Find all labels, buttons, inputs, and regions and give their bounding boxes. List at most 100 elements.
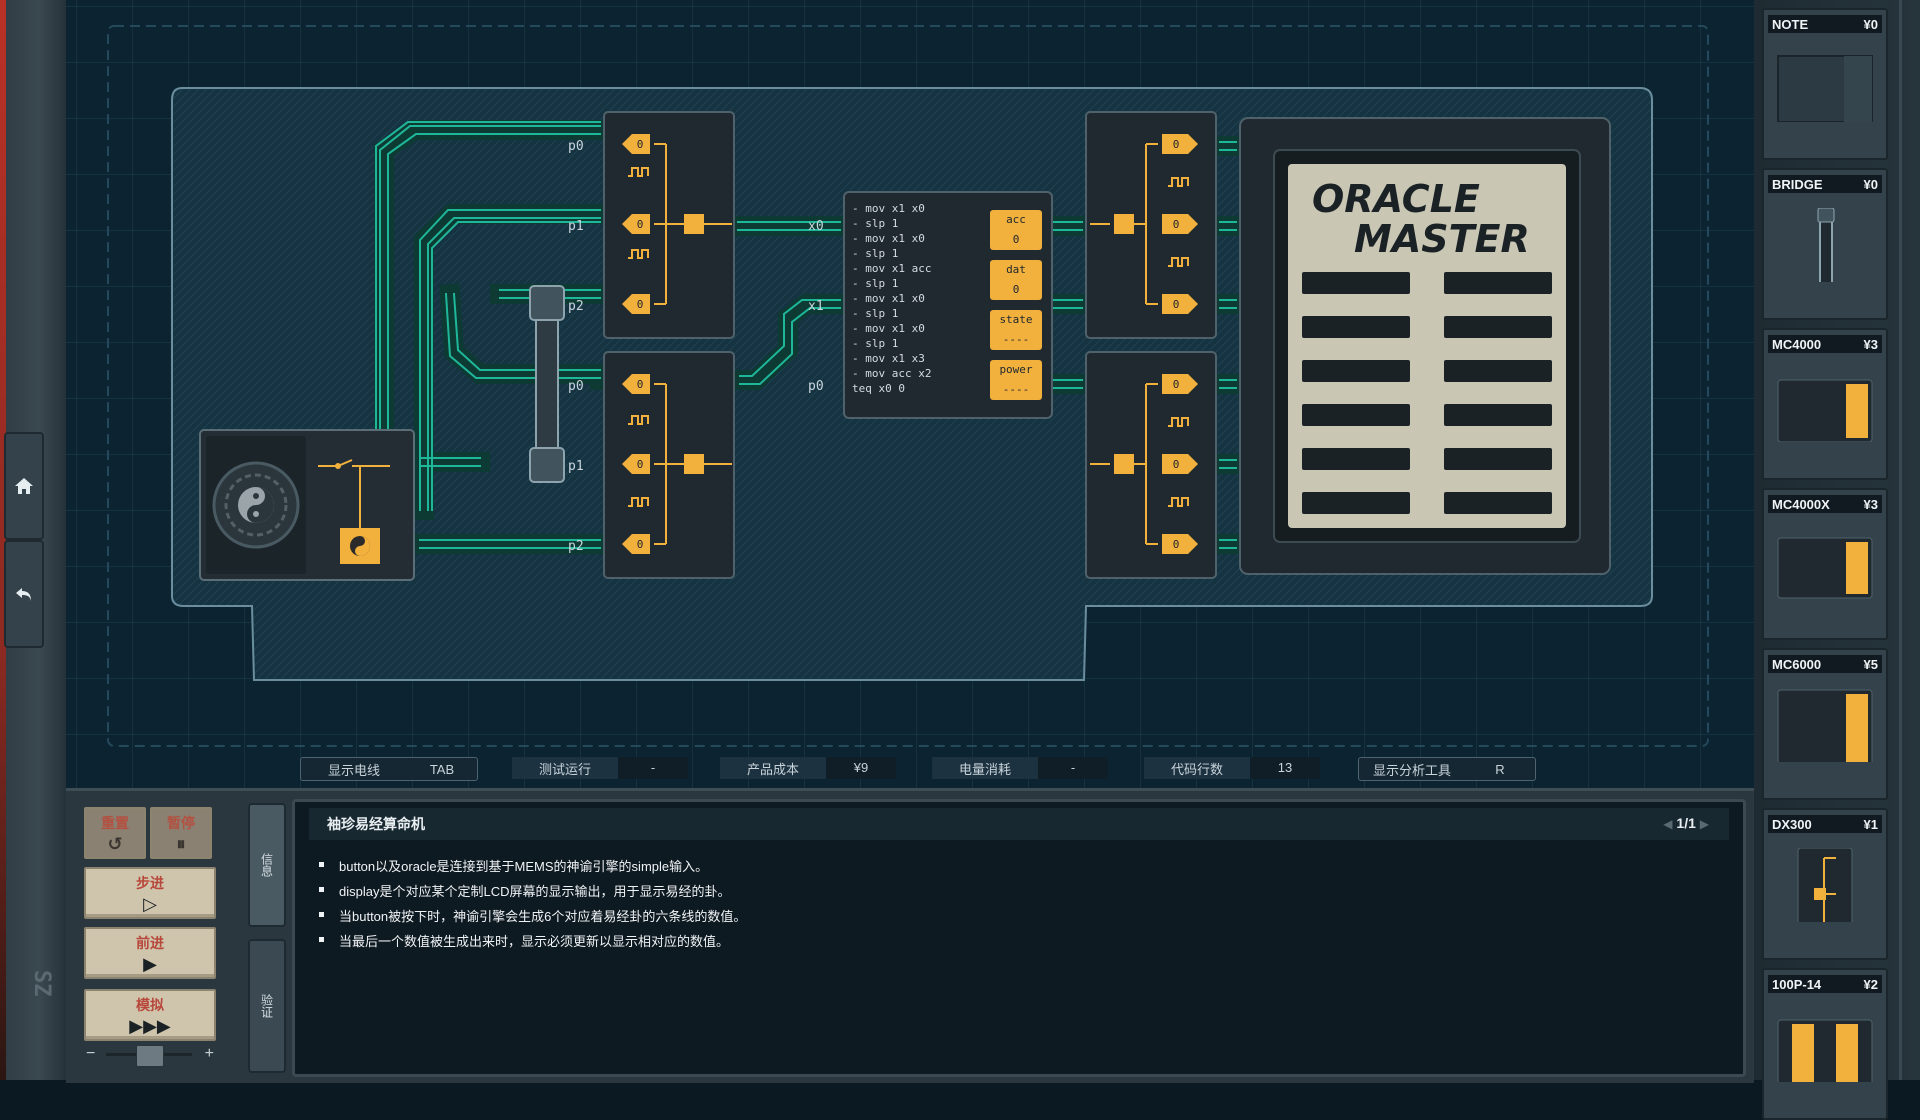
pause-button[interactable]: 暂停 ⏸ (150, 807, 212, 859)
info-header: 袖珍易经算命机 ◀ 1/1 ▶ (309, 808, 1729, 840)
dx-value: 0 (637, 538, 644, 551)
palette-name: MC4000X (1772, 496, 1830, 512)
stat-value: - (1038, 757, 1108, 779)
code-line[interactable]: - mov x1 x0 (852, 202, 925, 215)
circuit-board-area[interactable]: p0 p1 p2 p0 p1 p2 x0 x1 p0 0 0 0 0 0 0 -… (66, 0, 1754, 788)
palette-item-mc6000[interactable]: MC6000 ¥5 (1762, 648, 1888, 800)
list-item: 当最后一个数值被生成出来时，显示必须更新以显示相对应的数值。 (319, 931, 746, 950)
simulate-button[interactable]: 模拟 ▶▶▶ (84, 989, 216, 1041)
dx-value: 0 (637, 298, 644, 311)
page-number: 1/1 (1676, 815, 1696, 831)
palette-price: ¥2 (1863, 976, 1878, 992)
palette-price: ¥0 (1863, 176, 1878, 192)
register-label: state (999, 313, 1032, 326)
palette-price: ¥3 (1863, 496, 1878, 512)
code-line[interactable]: - mov x1 x3 (852, 352, 925, 365)
puzzle-title: 袖珍易经算命机 (327, 816, 425, 832)
dx-value: 0 (1173, 378, 1180, 391)
code-line[interactable]: - slp 1 (852, 217, 898, 230)
advance-label: 前进 (136, 935, 164, 951)
code-line[interactable]: - mov x1 x0 (852, 232, 925, 245)
code-line[interactable]: - mov acc x2 (852, 367, 931, 380)
code-line[interactable]: - slp 1 (852, 247, 898, 260)
stat-label: 显示电线 (327, 762, 380, 778)
dx300-chip-top-left[interactable]: 0 0 0 (603, 111, 735, 339)
info-panel: 袖珍易经算命机 ◀ 1/1 ▶ button以及oracle是连接到基于MEMS… (292, 799, 1746, 1077)
code-line[interactable]: - slp 1 (852, 277, 898, 290)
stat-test-runs: 测试运行 - (512, 757, 688, 779)
code-line[interactable]: - mov x1 x0 (852, 322, 925, 335)
step-icon: ▷ (143, 894, 157, 914)
prev-page-icon[interactable]: ◀ (1663, 817, 1672, 831)
mc6000-chip[interactable]: - mov x1 x0 - slp 1 - mov x1 x0 - slp 1 … (843, 191, 1053, 419)
palette-item-dx300[interactable]: DX300 ¥1 (1762, 808, 1888, 960)
palette-item-note[interactable]: NOTE ¥0 (1762, 8, 1888, 160)
reset-label: 重置 (101, 815, 129, 831)
palette-name: BRIDGE (1772, 176, 1823, 192)
advance-button[interactable]: 前进 ▶ (84, 927, 216, 979)
mc6000-preview-icon (1777, 689, 1873, 762)
spec-list: button以及oracle是连接到基于MEMS的神谕引擎的simple输入。 … (319, 856, 746, 956)
palette-item-mc4000x[interactable]: MC4000X ¥3 (1762, 488, 1888, 640)
stat-label: 电量消耗 (958, 761, 1011, 777)
dx300-chip-top-right[interactable]: 0 0 0 (1085, 111, 1217, 339)
dx-value: 0 (637, 378, 644, 391)
stat-power-usage: 电量消耗 - (932, 757, 1108, 779)
stat-lines-of-code: 代码行数 13 (1144, 757, 1320, 779)
code-line[interactable]: - slp 1 (852, 337, 898, 350)
mc4000-preview-icon (1777, 379, 1873, 442)
advance-icon: ▶ (143, 954, 157, 974)
dx-value: 0 (1173, 218, 1180, 231)
game-logo: SZ (29, 970, 54, 997)
home-button[interactable] (4, 432, 44, 540)
tab-info[interactable]: 信息 (248, 803, 286, 927)
reset-button[interactable]: 重置 ↺ (84, 807, 146, 859)
register-value: ---- (1003, 383, 1030, 396)
palette-name: MC4000 (1772, 336, 1822, 352)
tab-info-label: 信息 (259, 853, 274, 877)
palette-item-100p14[interactable]: 100P-14 ¥2 (1762, 968, 1888, 1120)
stat-value: 13 (1250, 757, 1320, 779)
speed-minus-button[interactable]: − (86, 1045, 95, 1063)
step-button[interactable]: 步进 ▷ (84, 867, 216, 919)
yin-yang-icon (212, 461, 300, 549)
register-value: ---- (1003, 333, 1030, 346)
dx-value: 0 (1173, 458, 1180, 471)
port-label: p1 (568, 459, 584, 474)
palette-item-bridge[interactable]: BRIDGE ¥0 (1762, 168, 1888, 320)
mc4000x-preview-icon (1777, 537, 1873, 599)
bridge-component[interactable] (529, 285, 565, 483)
dx-value: 0 (1173, 298, 1180, 311)
code-line[interactable]: - slp 1 (852, 307, 898, 320)
next-page-icon[interactable]: ▶ (1700, 817, 1709, 831)
stat-value: - (618, 757, 688, 779)
undo-button[interactable] (4, 540, 44, 648)
bridge-preview-icon (1817, 208, 1835, 282)
oracle-button-device[interactable] (199, 429, 415, 581)
palette-item-mc4000[interactable]: MC4000 ¥3 (1762, 328, 1888, 480)
left-rail: SZ (0, 0, 66, 1080)
port-label: p1 (568, 219, 584, 234)
home-icon (15, 478, 33, 494)
palette-price: ¥5 (1863, 656, 1878, 672)
speed-thumb[interactable] (136, 1045, 164, 1067)
undo-icon (16, 588, 31, 601)
dx300-chip-bottom-left[interactable]: 0 0 0 (603, 351, 735, 579)
code-line[interactable]: - mov x1 acc (852, 262, 931, 275)
pause-icon: ⏸ (176, 834, 186, 854)
bottom-panel: 重置 ↺ 暂停 ⏸ 步进 ▷ 前进 ▶ 模拟 ▶▶▶ − + 信息 验证 袖珍易… (66, 788, 1754, 1083)
port-label: p0 (808, 379, 824, 394)
speed-slider[interactable]: − + (84, 1043, 214, 1067)
speed-plus-button[interactable]: + (205, 1045, 214, 1063)
pause-label: 暂停 (167, 815, 195, 831)
toggle-wires-button[interactable]: 显示电线 TAB (300, 757, 478, 781)
port-label: p2 (568, 299, 584, 314)
dx300-preview-icon (1797, 848, 1853, 922)
code-line[interactable]: teq x0 0 (852, 382, 905, 395)
dx300-chip-bottom-right[interactable]: 0 0 0 (1085, 351, 1217, 579)
code-line[interactable]: - mov x1 x0 (852, 292, 925, 305)
show-analysis-tool-button[interactable]: 显示分析工具 R (1358, 757, 1536, 781)
palette-scrollbar[interactable] (1899, 0, 1902, 1080)
tab-verify[interactable]: 验证 (248, 939, 286, 1073)
circuit-board[interactable]: p0 p1 p2 p0 p1 p2 x0 x1 p0 0 0 0 0 0 0 -… (66, 0, 1754, 788)
